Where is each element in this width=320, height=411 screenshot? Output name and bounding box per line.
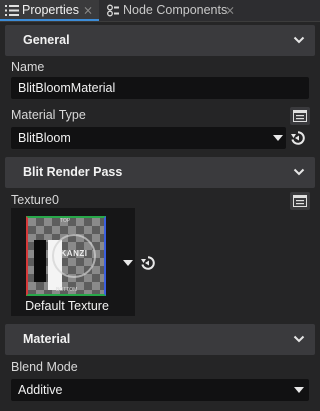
section-blit-render-pass-header[interactable]: Blit Render Pass: [5, 157, 315, 188]
chevron-down-icon[interactable]: [293, 334, 305, 344]
tab-bar: Properties ⨯ Node Components ⨯: [0, 0, 320, 22]
section-material-title: Material: [23, 332, 71, 346]
thumbnail-black-bar: [34, 240, 46, 282]
goto-texture-icon[interactable]: [140, 255, 156, 271]
texture0-label: Texture0: [11, 193, 59, 207]
property-list-icon: [293, 195, 307, 207]
property-list-icon: [293, 110, 307, 122]
tab-node-components-close-icon[interactable]: ⨯: [225, 0, 235, 21]
tab-properties[interactable]: Properties ⨯: [0, 0, 99, 21]
material-type-browse-button[interactable]: [290, 107, 310, 125]
tab-node-components[interactable]: Node Components ⨯: [101, 0, 241, 21]
section-general-header[interactable]: General: [5, 25, 315, 56]
blend-mode-dropdown[interactable]: Additive: [11, 379, 309, 401]
name-field[interactable]: BlitBloomMaterial: [11, 77, 309, 99]
blend-mode-dropdown-arrow-icon[interactable]: [294, 387, 304, 393]
texture-thumbnail: TOP KANZI BOTTOM: [26, 216, 106, 296]
section-blit-render-pass-title: Blit Render Pass: [23, 165, 123, 179]
material-type-dropdown-arrow-icon[interactable]: [273, 135, 283, 141]
thumbnail-top-text: TOP: [60, 218, 71, 224]
thumbnail-bottom-text: BOTTOM: [56, 287, 78, 293]
material-type-label: Material Type: [11, 108, 86, 122]
kanzi-logo-text: KANZI: [60, 249, 88, 258]
name-label: Name: [11, 60, 45, 74]
section-general-title: General: [23, 33, 70, 47]
texture0-picker[interactable]: TOP KANZI BOTTOM Default Texture: [11, 208, 135, 316]
tab-properties-label: Properties: [22, 3, 79, 17]
section-material-header[interactable]: Material: [5, 324, 315, 355]
components-icon: [107, 4, 119, 17]
tab-node-components-label: Node Components: [123, 3, 228, 17]
texture0-browse-button[interactable]: [290, 192, 310, 210]
texture-caption: Default Texture: [25, 299, 109, 313]
chevron-down-icon[interactable]: [293, 35, 305, 45]
list-icon: [5, 5, 19, 16]
goto-material-type-icon[interactable]: [290, 130, 306, 146]
material-type-dropdown[interactable]: BlitBloom: [11, 127, 286, 149]
chevron-down-icon[interactable]: [293, 167, 305, 177]
tab-properties-close-icon[interactable]: ⨯: [83, 0, 93, 21]
blend-mode-label: Blend Mode: [11, 360, 78, 374]
texture0-dropdown-arrow-icon[interactable]: [123, 260, 133, 266]
